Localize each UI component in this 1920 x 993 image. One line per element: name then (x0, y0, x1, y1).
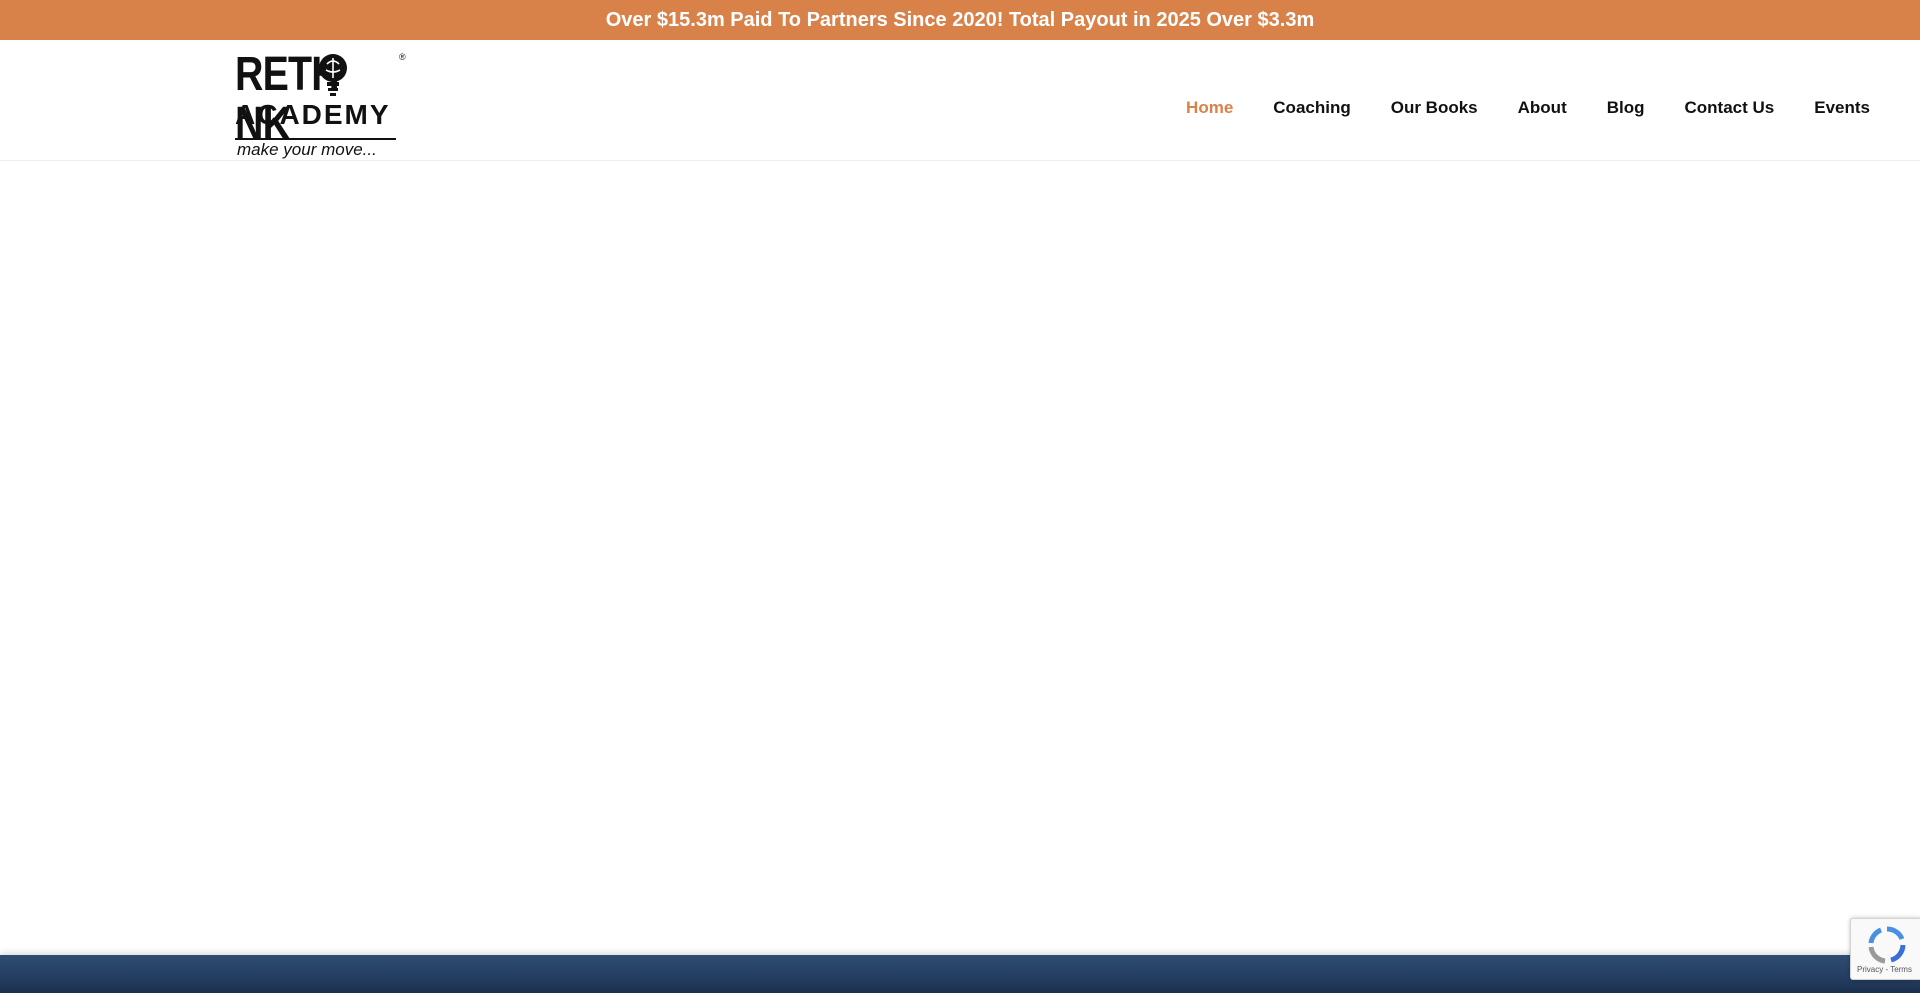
recaptcha-icon (1868, 926, 1906, 964)
announcement-bar: Over $15.3m Paid To Partners Since 2020!… (0, 0, 1920, 40)
nav-coaching[interactable]: Coaching (1253, 98, 1370, 118)
nav-blog[interactable]: Blog (1587, 98, 1665, 118)
main-nav: Home Coaching Our Books About Blog Conta… (1166, 40, 1890, 176)
lightbulb-brain-icon (319, 54, 347, 96)
site-logo[interactable]: RETH NK ® ACADEMY make your move... (235, 48, 410, 159)
nav-about[interactable]: About (1498, 98, 1587, 118)
nav-our-books[interactable]: Our Books (1371, 98, 1498, 118)
nav-events[interactable]: Events (1794, 98, 1890, 118)
registered-mark: ® (399, 52, 406, 62)
logo-tagline: make your move... (237, 140, 377, 159)
logo-wordmark: RETH NK (235, 48, 340, 151)
nav-home[interactable]: Home (1166, 98, 1253, 118)
announcement-text: Over $15.3m Paid To Partners Since 2020!… (605, 8, 1315, 31)
site-header: RETH NK ® ACADEMY make your move... Home… (0, 40, 1920, 161)
nav-contact-us[interactable]: Contact Us (1665, 98, 1795, 118)
recaptcha-badge[interactable]: Privacy - Terms (1850, 918, 1920, 980)
recaptcha-links[interactable]: Privacy - Terms (1857, 965, 1912, 974)
logo-academy: ACADEMY (235, 99, 391, 130)
footer-band (0, 955, 1920, 993)
